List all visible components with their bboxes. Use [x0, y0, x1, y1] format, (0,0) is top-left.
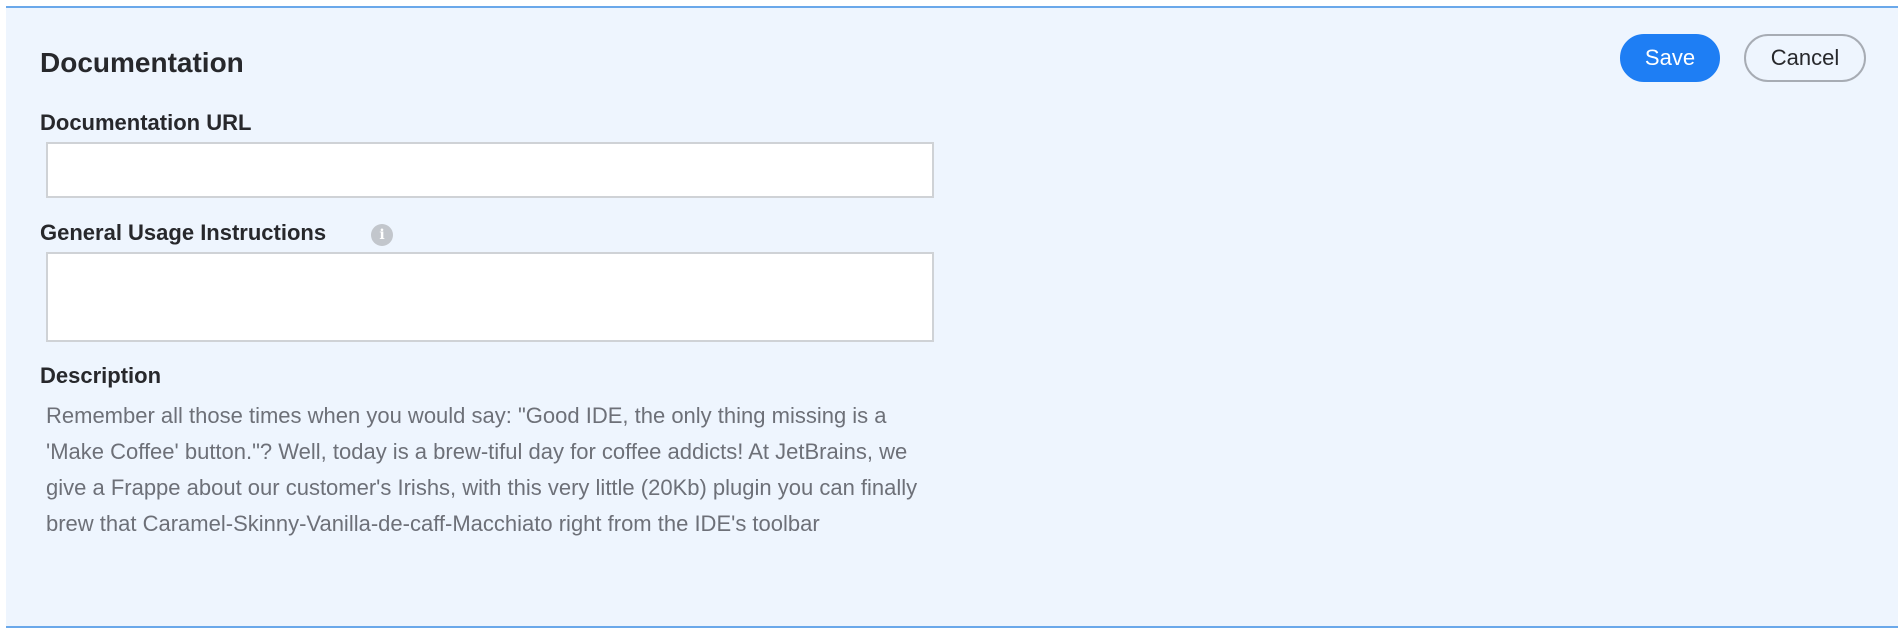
general-usage-instructions-label: General Usage Instructions — [40, 220, 327, 245]
cancel-button[interactable]: Cancel — [1744, 34, 1866, 82]
documentation-url-label: Documentation URL — [40, 110, 252, 135]
documentation-url-input[interactable] — [46, 142, 934, 198]
info-icon[interactable]: i — [371, 224, 393, 246]
description-text: Remember all those times when you would … — [46, 403, 918, 536]
description-label: Description — [40, 363, 162, 388]
documentation-panel: Documentation Save Cancel Documentation … — [6, 6, 1898, 628]
save-button[interactable]: Save — [1620, 34, 1720, 82]
section-title: Documentation — [40, 47, 244, 78]
general-usage-instructions-input[interactable] — [46, 252, 934, 342]
